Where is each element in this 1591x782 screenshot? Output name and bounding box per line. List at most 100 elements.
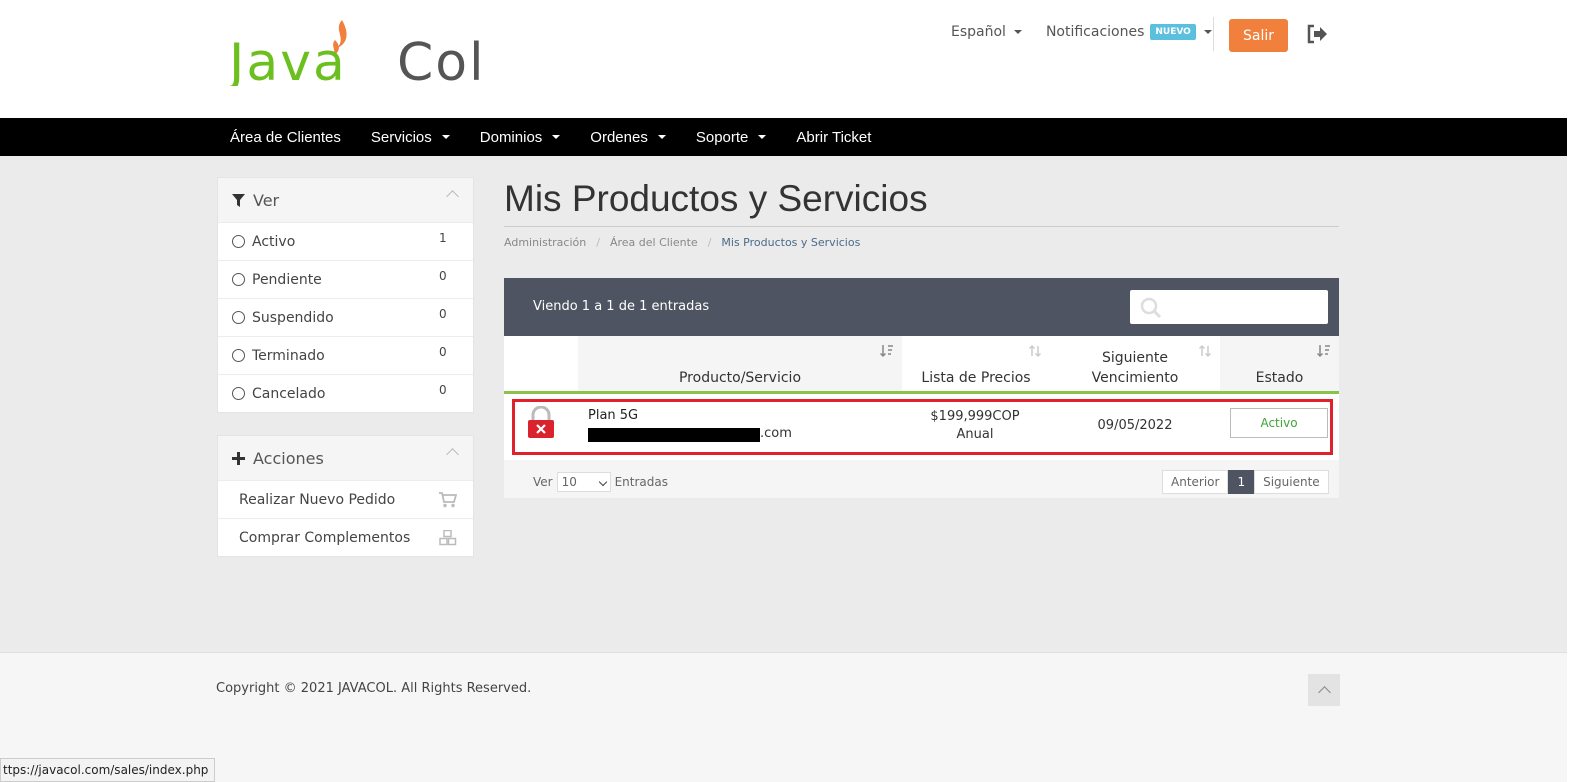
page-scrollbar[interactable]: [1567, 0, 1591, 782]
pagination-prev[interactable]: Anterior: [1162, 470, 1229, 494]
nav-label: Servicios: [370, 128, 432, 146]
column-due-date[interactable]: Siguiente Vencimiento: [1050, 336, 1220, 391]
column-label: Estado: [1255, 370, 1304, 386]
copyright-text: Copyright © 2021 JAVACOL. All Rights Res…: [216, 681, 532, 696]
title-divider: [504, 226, 1339, 227]
radio-button[interactable]: [232, 349, 245, 362]
filter-item-cancelado[interactable]: Cancelado 0: [218, 374, 473, 412]
radio-button[interactable]: [232, 387, 245, 400]
nav-label: Abrir Ticket: [796, 128, 872, 146]
nav-support[interactable]: Soporte: [696, 129, 767, 146]
column-status[interactable]: Estado: [1220, 336, 1339, 391]
page-length-value: 10: [561, 475, 577, 489]
table-info: Viendo 1 a 1 de 1 entradas: [533, 299, 710, 314]
filter-item-label: Cancelado: [252, 385, 326, 402]
column-label: Lista de Precios: [921, 370, 1031, 386]
breadcrumb: Administración / Área del Cliente / Mis …: [504, 236, 860, 249]
table-row[interactable]: Plan 5G .com $199,999COP Anual 09/05/202…: [504, 394, 1339, 460]
column-icon: [504, 336, 578, 391]
nav-services[interactable]: Servicios: [371, 129, 450, 146]
radio-button[interactable]: [232, 235, 245, 248]
column-label: Vencimiento: [1091, 370, 1179, 386]
search-icon: [1140, 297, 1162, 323]
cubes-icon: [439, 529, 457, 550]
header-divider: [1213, 17, 1214, 51]
breadcrumb-link[interactable]: Administración: [504, 236, 586, 249]
actions-panel-header[interactable]: Acciones: [218, 436, 473, 480]
page-length: Ver 10 Entradas: [533, 472, 668, 492]
nav-domains[interactable]: Dominios: [480, 129, 561, 146]
filter-item-pendiente[interactable]: Pendiente 0: [218, 260, 473, 298]
site-footer: Copyright © 2021 JAVACOL. All Rights Res…: [0, 652, 1567, 782]
svg-text:Java: Java: [229, 33, 347, 86]
action-new-order[interactable]: Realizar Nuevo Pedido: [218, 480, 473, 518]
filter-item-label: Suspendido: [252, 309, 334, 326]
due-date: 09/05/2022: [1097, 418, 1173, 433]
column-price[interactable]: Lista de Precios: [902, 336, 1050, 391]
table-header: Producto/Servicio Lista de Precios Sigui…: [504, 336, 1339, 394]
filter-icon: [232, 193, 245, 207]
column-product[interactable]: Producto/Servicio: [578, 336, 902, 391]
filter-item-count: 0: [439, 383, 447, 397]
sign-out-icon[interactable]: [1306, 24, 1328, 48]
page-length-select[interactable]: 10: [556, 472, 611, 492]
ssl-lock-icon: [526, 405, 556, 444]
sort-desc-icon: [879, 344, 894, 362]
svg-text:Col: Col: [397, 33, 486, 86]
browser-status-url: ttps://javacol.com/sales/index.php: [0, 758, 216, 782]
breadcrumb-current: Mis Productos y Servicios: [721, 236, 861, 249]
filter-panel-title: Ver: [253, 190, 280, 210]
pagination-next[interactable]: Siguiente: [1254, 470, 1329, 494]
action-buy-addons[interactable]: Comprar Complementos: [218, 518, 473, 556]
filter-item-terminado[interactable]: Terminado 0: [218, 336, 473, 374]
filter-panel: Ver Activo 1 Pendiente 0 Suspendido 0 Te…: [217, 177, 474, 413]
action-label: Realizar Nuevo Pedido: [239, 491, 396, 508]
table-footer: Ver 10 Entradas Anterior 1 Siguiente: [504, 460, 1339, 498]
logout-button[interactable]: Salir: [1229, 19, 1288, 52]
filter-item-label: Activo: [252, 233, 296, 250]
filter-item-label: Pendiente: [252, 271, 322, 288]
language-dropdown[interactable]: Español: [951, 24, 1022, 40]
notifications-dropdown[interactable]: Notificaciones NUEVO: [1046, 24, 1212, 40]
new-badge: NUEVO: [1150, 24, 1196, 40]
billing-cycle: Anual: [956, 427, 994, 442]
table-search-input[interactable]: [1130, 290, 1328, 324]
status-badge: Activo: [1230, 408, 1328, 438]
price-amount: $199,999COP: [930, 409, 1020, 424]
column-label: Producto/Servicio: [678, 370, 802, 386]
nav-client-area[interactable]: Área de Clientes: [230, 129, 341, 146]
filter-item-label: Terminado: [252, 347, 325, 364]
page-title: Mis Productos y Servicios: [504, 178, 928, 219]
site-header: Java Col Español Notificaciones NUEVO Sa…: [0, 0, 1567, 118]
radio-button[interactable]: [232, 311, 245, 324]
radio-button[interactable]: [232, 273, 245, 286]
cart-icon: [439, 492, 458, 512]
chevron-down-icon: [758, 135, 767, 139]
chevron-up-icon[interactable]: [446, 190, 459, 203]
sort-icon: [1028, 344, 1042, 362]
redacted-domain: [588, 428, 760, 442]
nav-open-ticket[interactable]: Abrir Ticket: [796, 129, 871, 146]
back-to-top-button[interactable]: [1308, 674, 1340, 706]
pagination-current[interactable]: 1: [1228, 470, 1255, 494]
nav-orders[interactable]: Ordenes: [590, 129, 666, 146]
chevron-up-icon[interactable]: [446, 448, 459, 461]
filter-item-count: 0: [439, 345, 447, 359]
chevron-down-icon: [441, 135, 450, 139]
chevron-up-icon: [1317, 685, 1331, 699]
nav-label: Ordenes: [590, 128, 648, 146]
product-domain-suffix: .com: [760, 426, 792, 441]
breadcrumb-link[interactable]: Área del Cliente: [610, 236, 698, 249]
filter-panel-header[interactable]: Ver: [218, 178, 473, 222]
column-label: Siguiente: [1101, 350, 1168, 366]
javacol-logo[interactable]: Java Col: [226, 16, 501, 93]
top-links: Español Notificaciones NUEVO: [951, 24, 1212, 40]
actions-panel-title: Acciones: [253, 448, 324, 468]
chevron-down-icon: [552, 135, 561, 139]
filter-item-activo[interactable]: Activo 1: [218, 222, 473, 260]
plus-icon: [232, 451, 245, 465]
filter-item-suspendido[interactable]: Suspendido 0: [218, 298, 473, 336]
chevron-down-icon: [657, 135, 666, 139]
breadcrumb-separator: /: [596, 236, 600, 249]
filter-item-count: 1: [439, 231, 447, 245]
